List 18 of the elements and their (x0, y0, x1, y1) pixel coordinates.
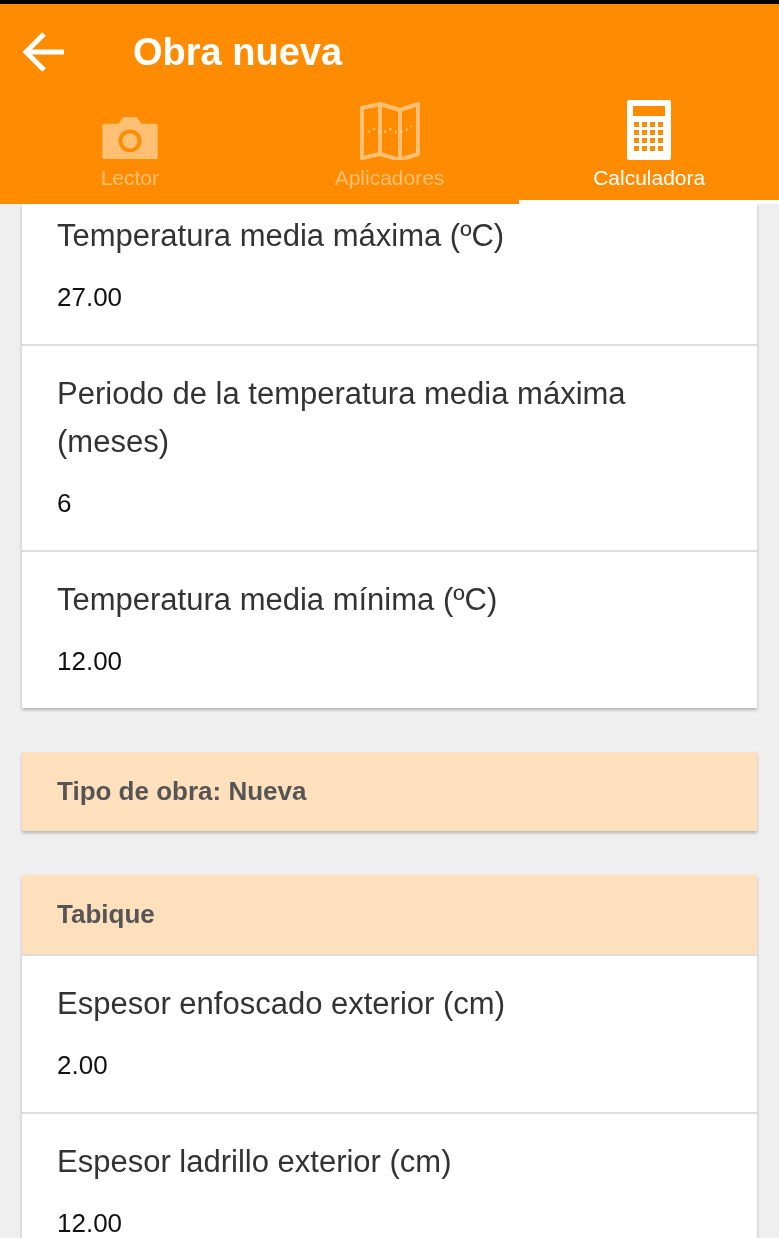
banner-text: Tipo de obra: Nueva (57, 776, 307, 806)
calculator-icon (627, 100, 672, 160)
app-title: Obra nueva (133, 30, 343, 74)
tab[interactable]: Aplicadores (259, 100, 520, 204)
field-value: 6 (57, 488, 73, 519)
tab[interactable]: Lector (0, 100, 260, 204)
field-label: Temperatura media mínima (ºC) (57, 581, 499, 619)
field-value: 2.00 (57, 1050, 109, 1081)
field-label: Espesor ladrillo exterior (cm) (57, 1143, 453, 1181)
field-label: Periodo de la temperatura media máxima (meses) (57, 375, 627, 461)
field-value: 12.00 (57, 646, 124, 677)
map-icon (358, 102, 421, 160)
section-title: Tabique (57, 899, 155, 929)
field-value: 27.00 (57, 282, 124, 313)
field-label: Espesor enfoscado exterior (cm) (57, 985, 506, 1023)
camera-icon (100, 116, 159, 160)
field-label: Temperatura media máxima (ºC) (57, 217, 506, 255)
field-value: 12.00 (57, 1208, 124, 1238)
